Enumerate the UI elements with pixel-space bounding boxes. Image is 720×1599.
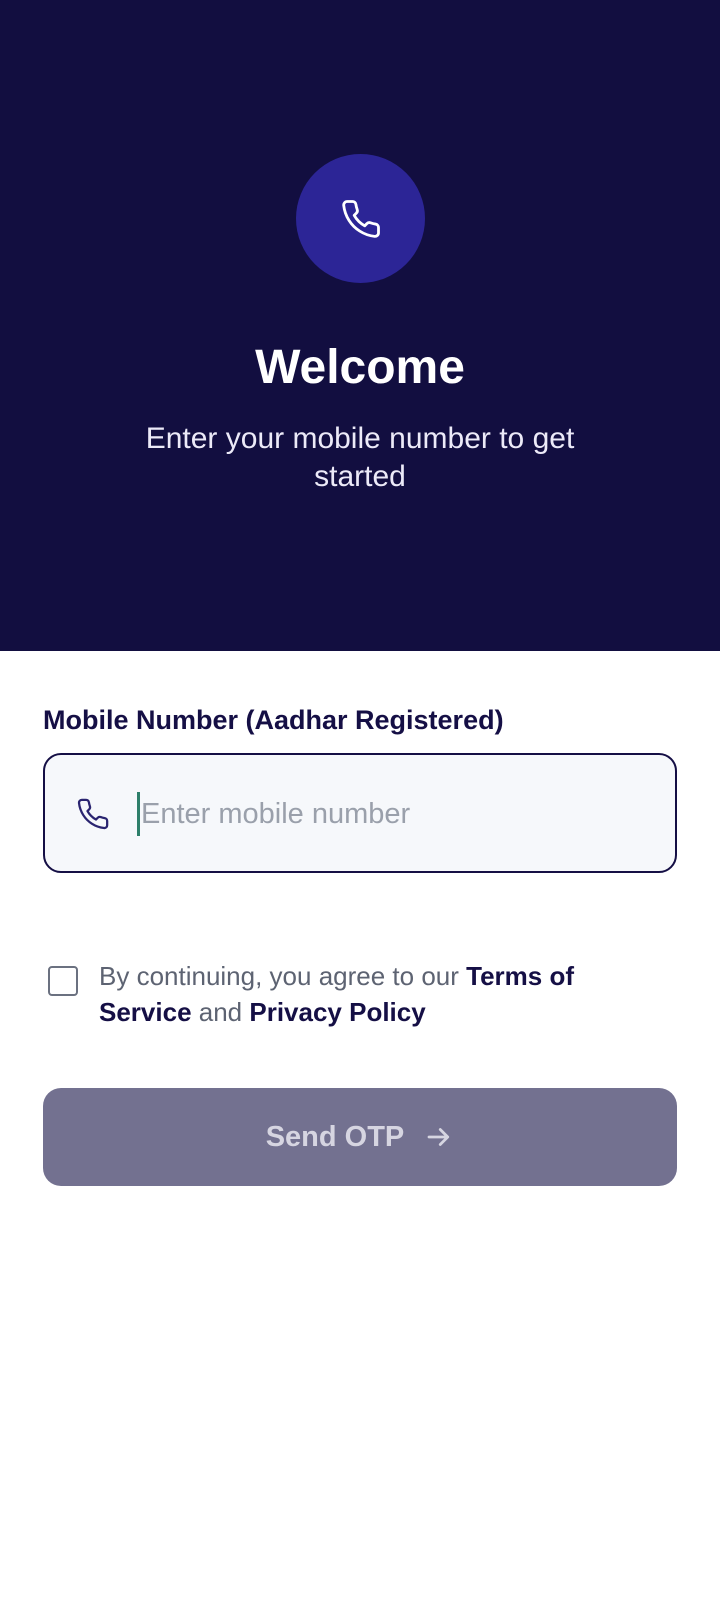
mobile-number-field[interactable] [43,753,677,873]
arrow-right-icon [424,1122,454,1152]
terms-consent-text: By continuing, you agree to our Terms of… [99,958,619,1030]
page-subtitle: Enter your mobile number to get started [145,422,575,493]
mobile-number-label: Mobile Number (Aadhar Registered) [43,705,504,735]
page-title: Welcome [255,341,465,394]
send-otp-button[interactable]: Send OTP [43,1088,677,1186]
terms-checkbox[interactable] [48,966,78,996]
phone-icon [76,797,110,831]
welcome-header: Welcome Enter your mobile number to get … [0,0,720,651]
send-otp-label: Send OTP [265,1120,405,1153]
mobile-number-input[interactable] [141,785,641,843]
consent-joiner: and [191,997,250,1027]
consent-prefix: By continuing, you agree to our [99,961,467,991]
privacy-policy-link[interactable]: Privacy Policy [249,997,425,1027]
phone-icon [296,154,425,283]
text-cursor [137,792,140,836]
